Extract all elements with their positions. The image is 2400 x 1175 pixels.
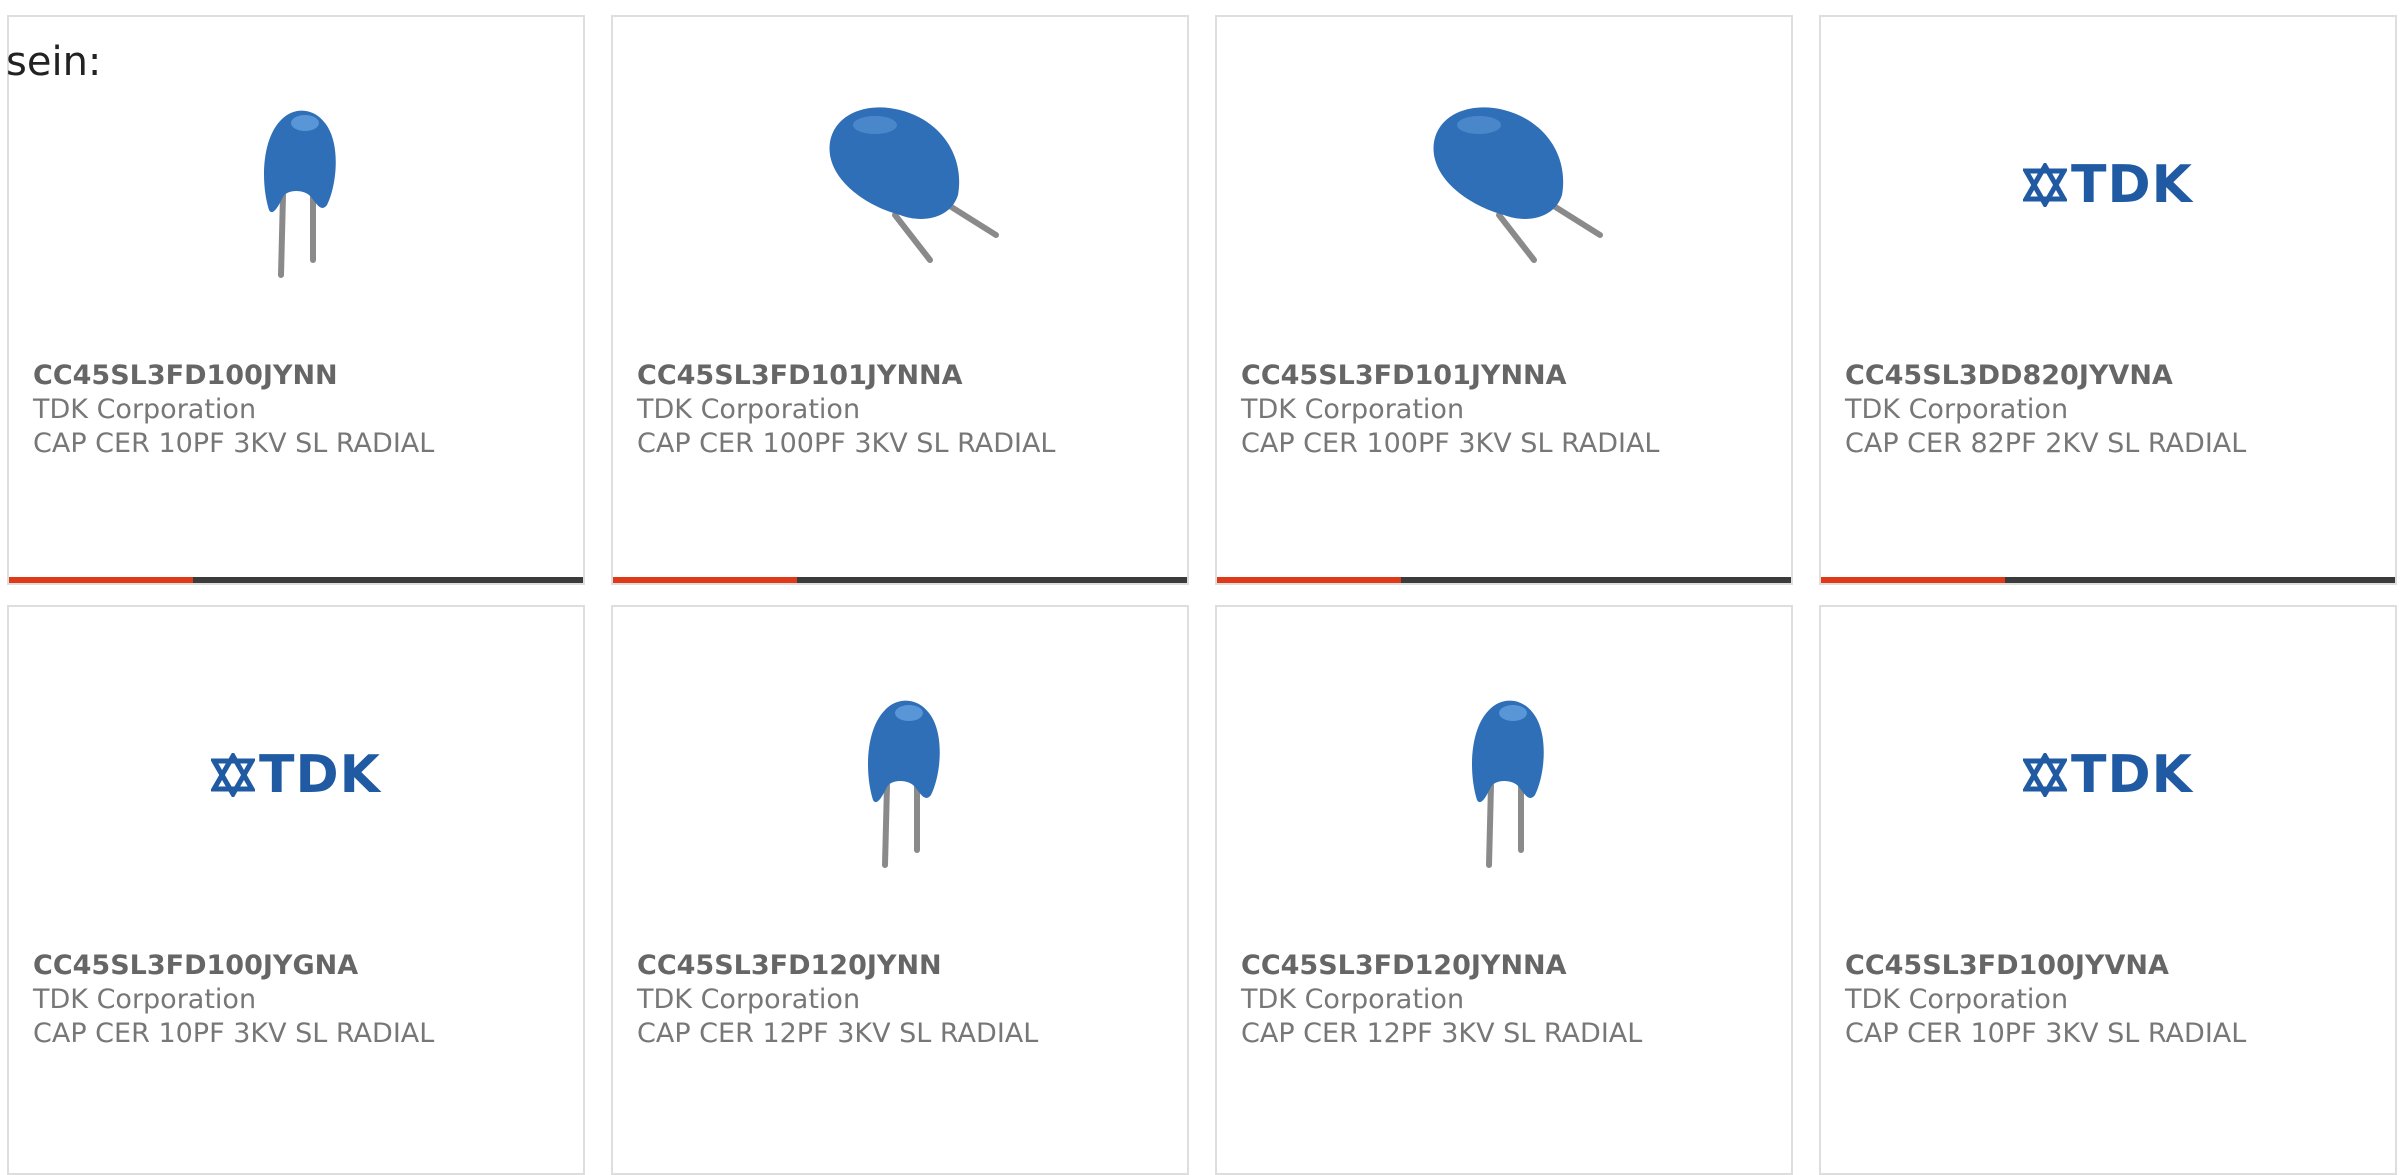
product-image[interactable]: TDK bbox=[2008, 675, 2208, 875]
product-card[interactable]: CC45SL3FD120JYNN TDK Corporation CAP CER… bbox=[611, 605, 1189, 1175]
card-progress-bar bbox=[1217, 577, 1791, 583]
part-number-link[interactable]: CC45SL3FD100JYGNA bbox=[33, 949, 573, 983]
card-progress-fill bbox=[1821, 577, 2005, 583]
part-number-link[interactable]: CC45SL3FD100JYNN bbox=[33, 359, 573, 393]
capacitor-angled-icon bbox=[1433, 107, 1603, 263]
product-card[interactable]: TDK CC45SL3FD100JYVNA TDK Corporation CA… bbox=[1819, 605, 2397, 1175]
tdk-emblem-icon bbox=[211, 753, 256, 797]
manufacturer-label: TDK Corporation bbox=[637, 984, 861, 1015]
intro-text: sein: bbox=[6, 39, 102, 85]
card-progress-fill bbox=[9, 577, 193, 583]
product-image[interactable] bbox=[1404, 85, 1604, 285]
description-label: CAP CER 10PF 3KV SL RADIAL bbox=[33, 428, 435, 459]
description-label: CAP CER 10PF 3KV SL RADIAL bbox=[1845, 1018, 2247, 1049]
tdk-logo: TDK bbox=[2023, 155, 2193, 215]
manufacturer-label: TDK Corporation bbox=[33, 394, 257, 425]
part-number-link[interactable]: CC45SL3FD101JYNNA bbox=[1241, 359, 1781, 393]
product-image[interactable] bbox=[1404, 675, 1604, 875]
tdk-emblem-icon bbox=[2023, 753, 2068, 797]
product-card[interactable]: CC45SL3FD101JYNNA TDK Corporation CAP CE… bbox=[611, 15, 1189, 585]
card-progress-bar bbox=[1821, 577, 2395, 583]
part-number-link[interactable]: CC45SL3FD120JYNN bbox=[637, 949, 1177, 983]
card-progress-bar bbox=[9, 577, 583, 583]
product-card[interactable]: CC45SL3FD100JYNN TDK Corporation CAP CER… bbox=[7, 15, 585, 585]
manufacturer-label: TDK Corporation bbox=[1241, 984, 1465, 1015]
tdk-logo: TDK bbox=[2023, 745, 2193, 805]
description-label: CAP CER 12PF 3KV SL RADIAL bbox=[637, 1018, 1039, 1049]
description-label: CAP CER 100PF 3KV SL RADIAL bbox=[1241, 428, 1660, 459]
card-progress-bar bbox=[613, 577, 1187, 583]
product-card[interactable]: CC45SL3FD120JYNNA TDK Corporation CAP CE… bbox=[1215, 605, 1793, 1175]
product-image[interactable]: TDK bbox=[2008, 85, 2208, 285]
manufacturer-label: TDK Corporation bbox=[1845, 984, 2069, 1015]
manufacturer-label: TDK Corporation bbox=[637, 394, 861, 425]
product-image[interactable]: TDK bbox=[196, 675, 396, 875]
product-card[interactable]: TDK CC45SL3FD100JYGNA TDK Corporation CA… bbox=[7, 605, 585, 1175]
card-progress-fill bbox=[613, 577, 797, 583]
tdk-emblem-icon bbox=[2023, 163, 2068, 207]
manufacturer-label: TDK Corporation bbox=[1241, 394, 1465, 425]
manufacturer-label: TDK Corporation bbox=[33, 984, 257, 1015]
part-number-link[interactable]: CC45SL3FD120JYNNA bbox=[1241, 949, 1781, 983]
product-image[interactable] bbox=[800, 85, 1000, 285]
card-progress-fill bbox=[1217, 577, 1401, 583]
manufacturer-label: TDK Corporation bbox=[1845, 394, 2069, 425]
part-number-link[interactable]: CC45SL3FD100JYVNA bbox=[1845, 949, 2385, 983]
product-image[interactable] bbox=[800, 675, 1000, 875]
description-label: CAP CER 100PF 3KV SL RADIAL bbox=[637, 428, 1056, 459]
capacitor-angled-icon bbox=[829, 107, 999, 263]
product-card[interactable]: CC45SL3FD101JYNNA TDK Corporation CAP CE… bbox=[1215, 15, 1793, 585]
capacitor-upright-icon bbox=[868, 700, 940, 868]
capacitor-upright-icon bbox=[1472, 700, 1544, 868]
product-card[interactable]: TDK CC45SL3DD820JYVNA TDK Corporation CA… bbox=[1819, 15, 2397, 585]
part-number-link[interactable]: CC45SL3FD101JYNNA bbox=[637, 359, 1177, 393]
description-label: CAP CER 10PF 3KV SL RADIAL bbox=[33, 1018, 435, 1049]
tdk-logo: TDK bbox=[211, 745, 381, 805]
part-number-link[interactable]: CC45SL3DD820JYVNA bbox=[1845, 359, 2385, 393]
description-label: CAP CER 12PF 3KV SL RADIAL bbox=[1241, 1018, 1643, 1049]
description-label: CAP CER 82PF 2KV SL RADIAL bbox=[1845, 428, 2247, 459]
capacitor-upright-icon bbox=[264, 110, 336, 278]
product-image[interactable] bbox=[196, 85, 396, 285]
